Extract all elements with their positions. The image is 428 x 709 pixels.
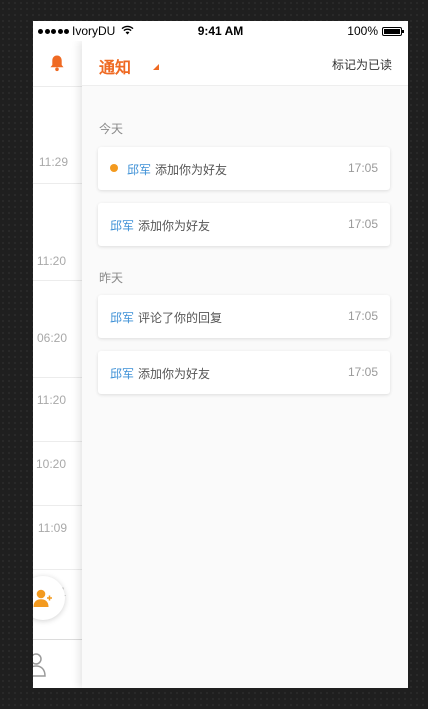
- list-item-time: 11:20: [36, 393, 66, 407]
- section-label-yesterday: 昨天: [99, 271, 124, 285]
- notification-card[interactable]: 邱军 添加你为好友 17:05: [98, 351, 390, 394]
- bell-icon[interactable]: [48, 54, 66, 72]
- drawer-title: 通知: [99, 58, 132, 77]
- list-item-time: 11:09: [37, 521, 67, 535]
- notification-action: 评论了你的回复: [138, 311, 223, 325]
- list-item-time: 11:29: [38, 155, 68, 169]
- notification-user-name[interactable]: 邱军: [110, 219, 134, 233]
- battery-status: 100%: [347, 24, 404, 38]
- list-item-time: 06:20: [36, 331, 67, 345]
- notification-drawer: 通知 标记为已读 今天 邱军 添加你为好友 17:05 邱军 添加你为好友 17:0…: [82, 41, 408, 688]
- list-item[interactable]: 11:20: [33, 184, 82, 281]
- list-item[interactable]: 11:29: [33, 87, 82, 184]
- notification-time: 17:05: [347, 365, 378, 379]
- title-indicator-icon: [153, 64, 159, 70]
- battery-icon: [382, 26, 404, 36]
- notification-action: 添加你为好友: [138, 367, 211, 381]
- list-item[interactable]: 11:20: [33, 378, 82, 442]
- notification-user-name[interactable]: 邱军: [110, 367, 134, 381]
- notification-card[interactable]: 邱军 添加你为好友 17:05: [98, 203, 390, 246]
- status-bar: IvoryDU 9:41 AM 100%: [33, 21, 408, 41]
- section-label-today: 今天: [99, 122, 124, 136]
- notification-text: 邱军 评论了你的回复: [110, 309, 222, 326]
- background-message-list: 11:29 11:20 06:20 11:20 10:20 11:09 01: [33, 41, 82, 688]
- profile-tab-icon[interactable]: [33, 652, 53, 678]
- notification-text: 邱军 添加你为好友: [110, 365, 210, 382]
- list-item[interactable]: 10:20: [33, 442, 82, 506]
- notification-text: 邱军 添加你为好友: [127, 161, 227, 178]
- notification-time: 17:05: [347, 217, 378, 231]
- notification-action: 添加你为好友: [155, 163, 228, 177]
- list-item-time: 10:20: [35, 457, 66, 471]
- phone-screen: IvoryDU 9:41 AM 100% 11:29 11:20 06:20 1…: [33, 21, 408, 688]
- drawer-header: 通知 标记为已读: [82, 41, 408, 86]
- notification-time: 17:05: [347, 309, 378, 323]
- notification-card[interactable]: 邱军 添加你为好友 17:05: [98, 147, 390, 190]
- list-item-time: 11:20: [36, 254, 66, 268]
- add-person-icon: [33, 589, 52, 607]
- unread-dot-icon: [110, 164, 118, 172]
- battery-percent: 100%: [347, 24, 378, 38]
- notification-user-name[interactable]: 邱军: [110, 311, 134, 325]
- notification-user-name[interactable]: 邱军: [127, 163, 151, 177]
- list-item[interactable]: 11:09: [33, 506, 82, 570]
- notification-text: 邱军 添加你为好友: [110, 217, 210, 234]
- tab-bar: [33, 639, 82, 688]
- list-item[interactable]: 06:20: [33, 281, 82, 378]
- notification-action: 添加你为好友: [138, 219, 211, 233]
- notification-card[interactable]: 邱军 评论了你的回复 17:05: [98, 295, 390, 338]
- notification-time: 17:05: [347, 161, 378, 175]
- mark-all-read-button[interactable]: 标记为已读: [332, 56, 392, 73]
